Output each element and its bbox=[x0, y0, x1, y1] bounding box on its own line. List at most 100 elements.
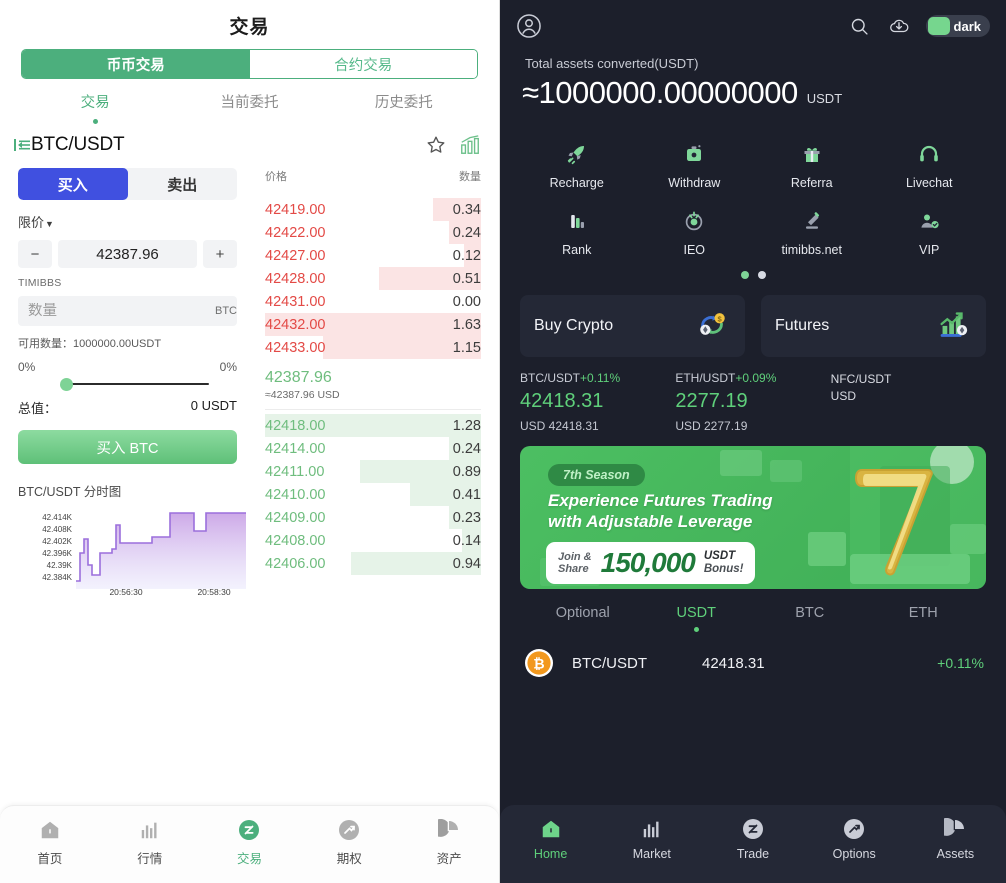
bid-price: 42408.00 bbox=[265, 532, 326, 549]
table-row[interactable]: 42408.00 0.14 bbox=[265, 529, 481, 552]
promo-banner[interactable]: 7th Season Experience Futures Trading wi… bbox=[520, 446, 986, 589]
tab-usdt[interactable]: USDT bbox=[640, 605, 754, 634]
table-row[interactable]: 42431.00 0.00 bbox=[265, 290, 481, 313]
table-row[interactable]: 42418.00 1.28 bbox=[265, 414, 481, 437]
join-text: Join & bbox=[558, 550, 592, 563]
table-row[interactable]: 42433.00 1.15 bbox=[265, 336, 481, 359]
ticker-nfc[interactable]: NFC/USDT USD bbox=[831, 371, 986, 433]
nav-item-options[interactable]: Options bbox=[804, 816, 905, 861]
quick-action-vip[interactable]: VIP bbox=[871, 200, 989, 261]
amount-input[interactable] bbox=[28, 303, 215, 319]
table-row[interactable]: 42419.00 0.34 bbox=[265, 198, 481, 221]
theme-toggle[interactable]: dark bbox=[925, 15, 990, 37]
bottom-nav: 首页 行情 交易 期权 资产 bbox=[0, 805, 499, 883]
price-input[interactable] bbox=[58, 240, 197, 268]
usdt-text: USDT bbox=[703, 550, 736, 563]
collapse-icon[interactable] bbox=[14, 138, 30, 152]
quick-action-label: Withdraw bbox=[668, 176, 721, 190]
bid-price: 42410.00 bbox=[265, 486, 326, 503]
quick-action-ieo[interactable]: IEO bbox=[636, 200, 754, 261]
quick-action-referral[interactable]: Referra bbox=[753, 133, 871, 194]
table-row[interactable]: 42428.00 0.51 bbox=[265, 267, 481, 290]
quick-action-recharge[interactable]: Recharge bbox=[518, 133, 636, 194]
quick-action-rank[interactable]: Rank bbox=[518, 200, 636, 261]
tab-optional[interactable]: Optional bbox=[526, 605, 640, 634]
total-assets-value: ≈1000000.00000000 bbox=[522, 75, 798, 110]
nav-item-market[interactable]: Market bbox=[601, 816, 702, 861]
pair-name[interactable]: BTC/USDT bbox=[31, 134, 125, 156]
quick-action-timibbs[interactable]: timibbs.net bbox=[753, 200, 871, 261]
sell-tab[interactable]: 卖出 bbox=[128, 168, 238, 200]
buy-tab[interactable]: 买入 bbox=[18, 168, 128, 200]
tab-btc[interactable]: BTC bbox=[753, 605, 867, 634]
table-row[interactable]: 42414.00 0.24 bbox=[265, 437, 481, 460]
nav-item-home[interactable]: 首页 bbox=[0, 817, 100, 867]
download-cloud-icon[interactable] bbox=[888, 15, 910, 37]
subtab-order-history[interactable]: 历史委托 bbox=[327, 91, 481, 124]
col-amount-label: 数量 bbox=[459, 171, 481, 183]
buy-btc-button[interactable]: 买入 BTC bbox=[18, 430, 237, 464]
home-icon bbox=[0, 817, 100, 843]
nav-item-trade[interactable]: Trade bbox=[702, 816, 803, 861]
ticker-eth[interactable]: ETH/USDT+0.09% 2277.19 USD 2277.19 bbox=[675, 371, 830, 433]
banner-headline: Experience Futures Trading with Adjustab… bbox=[548, 491, 773, 532]
banner-bonus-pill: Join & Share 150,000 USDT Bonus! bbox=[546, 542, 756, 584]
amount-slider[interactable] bbox=[18, 376, 237, 392]
ticker-change: +0.09% bbox=[735, 371, 777, 385]
nav-item-home[interactable]: Home bbox=[500, 816, 601, 861]
nav-item-options[interactable]: 期权 bbox=[299, 817, 399, 867]
bid-amount: 0.14 bbox=[452, 532, 481, 549]
buy-crypto-icon: $ bbox=[693, 305, 731, 348]
order-book: 价格 数量 42419.00 0.34 42422.00 0.24 42427.… bbox=[255, 160, 499, 595]
nav-label: 行情 bbox=[137, 852, 163, 866]
table-row[interactable]: 42406.00 0.94 bbox=[265, 552, 481, 575]
nav-item-market[interactable]: 行情 bbox=[100, 817, 200, 867]
quick-action-label: Recharge bbox=[549, 176, 604, 190]
table-row[interactable]: 42411.00 0.89 bbox=[265, 460, 481, 483]
bottom-nav: Home Market Trade Options Assets bbox=[500, 805, 1006, 883]
svg-text:42.39K: 42.39K bbox=[47, 561, 73, 570]
search-icon[interactable] bbox=[849, 16, 870, 37]
subtab-open-orders[interactable]: 当前委托 bbox=[172, 91, 326, 124]
share-text: Share bbox=[558, 563, 589, 575]
chart-bars-icon[interactable] bbox=[459, 134, 481, 156]
list-item[interactable]: ₿ BTC/USDT 42418.31 +0.11% bbox=[500, 634, 1006, 678]
segment-spot-trade[interactable]: 币币交易 bbox=[22, 50, 250, 78]
segment-contract-trade[interactable]: 合约交易 bbox=[249, 50, 477, 78]
slider-knob[interactable] bbox=[60, 378, 73, 391]
price-increment-button[interactable]: + bbox=[203, 240, 237, 268]
card-title: Buy Crypto bbox=[534, 317, 614, 334]
futures-card[interactable]: Futures bbox=[761, 295, 986, 357]
banner-join-share: Join & Share bbox=[558, 551, 592, 576]
star-icon[interactable] bbox=[425, 134, 447, 156]
trade-body: 买入 卖出 限价▼ − + TIMIBBS BTC 可用数量：1000000.0… bbox=[0, 160, 499, 595]
ticker-btc[interactable]: BTC/USDT+0.11% 42418.31 USD 42418.31 bbox=[520, 371, 675, 433]
table-row[interactable]: 42422.00 0.24 bbox=[265, 221, 481, 244]
quick-action-livechat[interactable]: Livechat bbox=[871, 133, 989, 194]
chevron-down-icon: ▼ bbox=[45, 219, 54, 229]
ticker-pair-change: ETH/USDT+0.09% bbox=[675, 371, 830, 385]
nav-item-trade[interactable]: 交易 bbox=[200, 817, 300, 867]
table-row[interactable]: 42432.00 1.63 bbox=[265, 313, 481, 336]
vip-user-icon bbox=[871, 206, 989, 236]
carousel-dot-active[interactable] bbox=[740, 271, 749, 279]
quick-action-withdraw[interactable]: Withdraw bbox=[636, 133, 754, 194]
table-row[interactable]: 42410.00 0.41 bbox=[265, 483, 481, 506]
nav-item-assets[interactable]: Assets bbox=[905, 816, 1006, 861]
divider bbox=[265, 409, 481, 410]
table-row[interactable]: 42409.00 0.23 bbox=[265, 506, 481, 529]
table-row[interactable]: 42427.00 0.12 bbox=[265, 244, 481, 267]
buy-crypto-card[interactable]: Buy Crypto $ bbox=[520, 295, 745, 357]
order-type-dropdown[interactable]: 限价▼ bbox=[18, 212, 237, 231]
amount-unit: BTC bbox=[215, 305, 237, 317]
bid-amount: 0.23 bbox=[452, 509, 481, 526]
nav-item-assets[interactable]: 资产 bbox=[399, 817, 499, 867]
subtab-trade[interactable]: 交易 bbox=[18, 91, 172, 124]
ask-price: 42432.00 bbox=[265, 316, 326, 333]
user-avatar-icon[interactable] bbox=[516, 13, 542, 39]
home-panel: dark Total assets converted(USDT) ≈10000… bbox=[500, 0, 1006, 883]
carousel-dot[interactable] bbox=[757, 271, 766, 279]
price-decrement-button[interactable]: − bbox=[18, 240, 52, 268]
tab-eth[interactable]: ETH bbox=[867, 605, 981, 634]
headset-icon bbox=[871, 139, 989, 169]
